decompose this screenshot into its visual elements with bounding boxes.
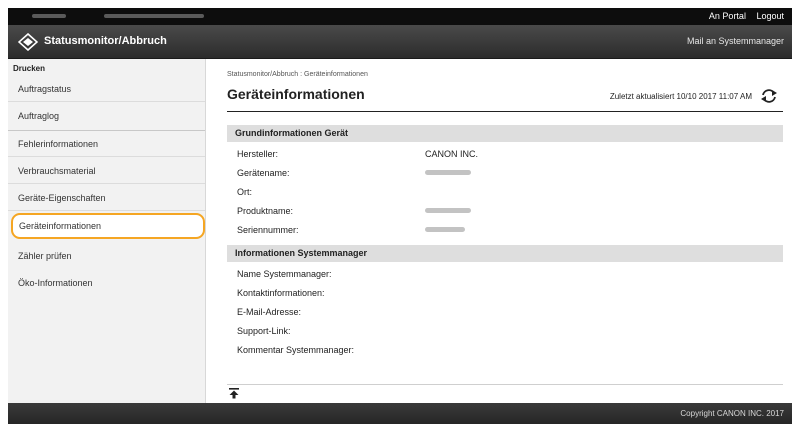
section-header-admin-info: Informationen Systemmanager: [227, 245, 783, 262]
info-label: Kommentar Systemmanager:: [237, 345, 355, 355]
info-row-admin-comment: Kommentar Systemmanager:: [227, 341, 783, 360]
title-divider: [227, 111, 783, 112]
app-header: Statusmonitor/Abbruch Mail an Systemmana…: [8, 25, 792, 59]
sidebar-heading: Drucken: [13, 64, 46, 73]
mail-admin-link[interactable]: Mail an Systemmanager: [687, 36, 784, 46]
back-to-top-icon[interactable]: [229, 387, 239, 399]
footer: Copyright CANON INC. 2017: [8, 403, 792, 424]
blurred-top-text: [104, 14, 204, 18]
info-label: Hersteller:: [237, 149, 279, 159]
info-label: E-Mail-Adresse:: [237, 307, 302, 317]
info-label: Gerätename:: [237, 168, 290, 178]
section-header-basic-info: Grundinformationen Gerät: [227, 125, 783, 142]
info-row-contact: Kontaktinformationen:: [227, 284, 783, 303]
info-row-serial-number: Seriennummer:: [227, 221, 783, 240]
portal-link[interactable]: An Portal: [709, 11, 746, 21]
sidebar-item-geraeteinformationen[interactable]: Geräteinformationen: [11, 213, 205, 239]
info-label: Seriennummer:: [237, 225, 299, 235]
sidebar-item-fehlerinformationen[interactable]: Fehlerinformationen: [8, 131, 205, 157]
info-label: Name Systemmanager:: [237, 269, 332, 279]
sidebar-item-oeko-informationen[interactable]: Öko-Informationen: [8, 270, 205, 296]
info-row-location: Ort:: [227, 183, 783, 202]
info-row-device-name: Gerätename:: [227, 164, 783, 183]
page-title: Geräteinformationen: [227, 86, 365, 102]
logout-link[interactable]: Logout: [756, 11, 784, 21]
sidebar-item-zaehler-pruefen[interactable]: Zähler prüfen: [8, 243, 205, 269]
info-row-product-name: Produktname:: [227, 202, 783, 221]
sidebar: Drucken Auftragstatus Auftraglog Fehleri…: [8, 59, 206, 403]
refresh-icon[interactable]: [760, 88, 778, 104]
main-content: Statusmonitor/Abbruch : Geräteinformatio…: [207, 59, 792, 403]
info-label: Kontaktinformationen:: [237, 288, 325, 298]
sidebar-item-auftragstatus[interactable]: Auftragstatus: [8, 76, 205, 102]
top-bar: An Portal Logout: [8, 8, 792, 25]
info-value: CANON INC.: [425, 149, 479, 159]
blurred-top-text: [32, 14, 66, 18]
info-label: Support-Link:: [237, 326, 291, 336]
copyright-text: Copyright CANON INC. 2017: [680, 409, 784, 418]
info-row-admin-name: Name Systemmanager:: [227, 265, 783, 284]
blurred-value: [425, 170, 471, 175]
info-label: Produktname:: [237, 206, 294, 216]
diamond-logo-icon: [18, 33, 38, 51]
sidebar-item-auftraglog[interactable]: Auftraglog: [8, 103, 205, 129]
top-links: An Portal Logout: [701, 11, 784, 21]
app-title: Statusmonitor/Abbruch: [44, 35, 167, 47]
blurred-value: [425, 208, 471, 213]
info-row-email: E-Mail-Adresse:: [227, 303, 783, 322]
info-row-support-link: Support-Link:: [227, 322, 783, 341]
sidebar-item-verbrauchsmaterial[interactable]: Verbrauchsmaterial: [8, 158, 205, 184]
info-row-manufacturer: Hersteller: CANON INC.: [227, 145, 783, 164]
breadcrumb: Statusmonitor/Abbruch : Geräteinformatio…: [227, 71, 368, 78]
info-label: Ort:: [237, 187, 252, 197]
content-divider: [227, 384, 783, 385]
sidebar-item-geraete-eigenschaften[interactable]: Geräte-Eigenschaften: [8, 185, 205, 211]
blurred-value: [425, 227, 465, 232]
browser-frame: An Portal Logout Statusmonitor/Abbruch M…: [8, 8, 792, 424]
last-updated-text: Zuletzt aktualisiert 10/10 2017 11:07 AM: [609, 92, 752, 101]
